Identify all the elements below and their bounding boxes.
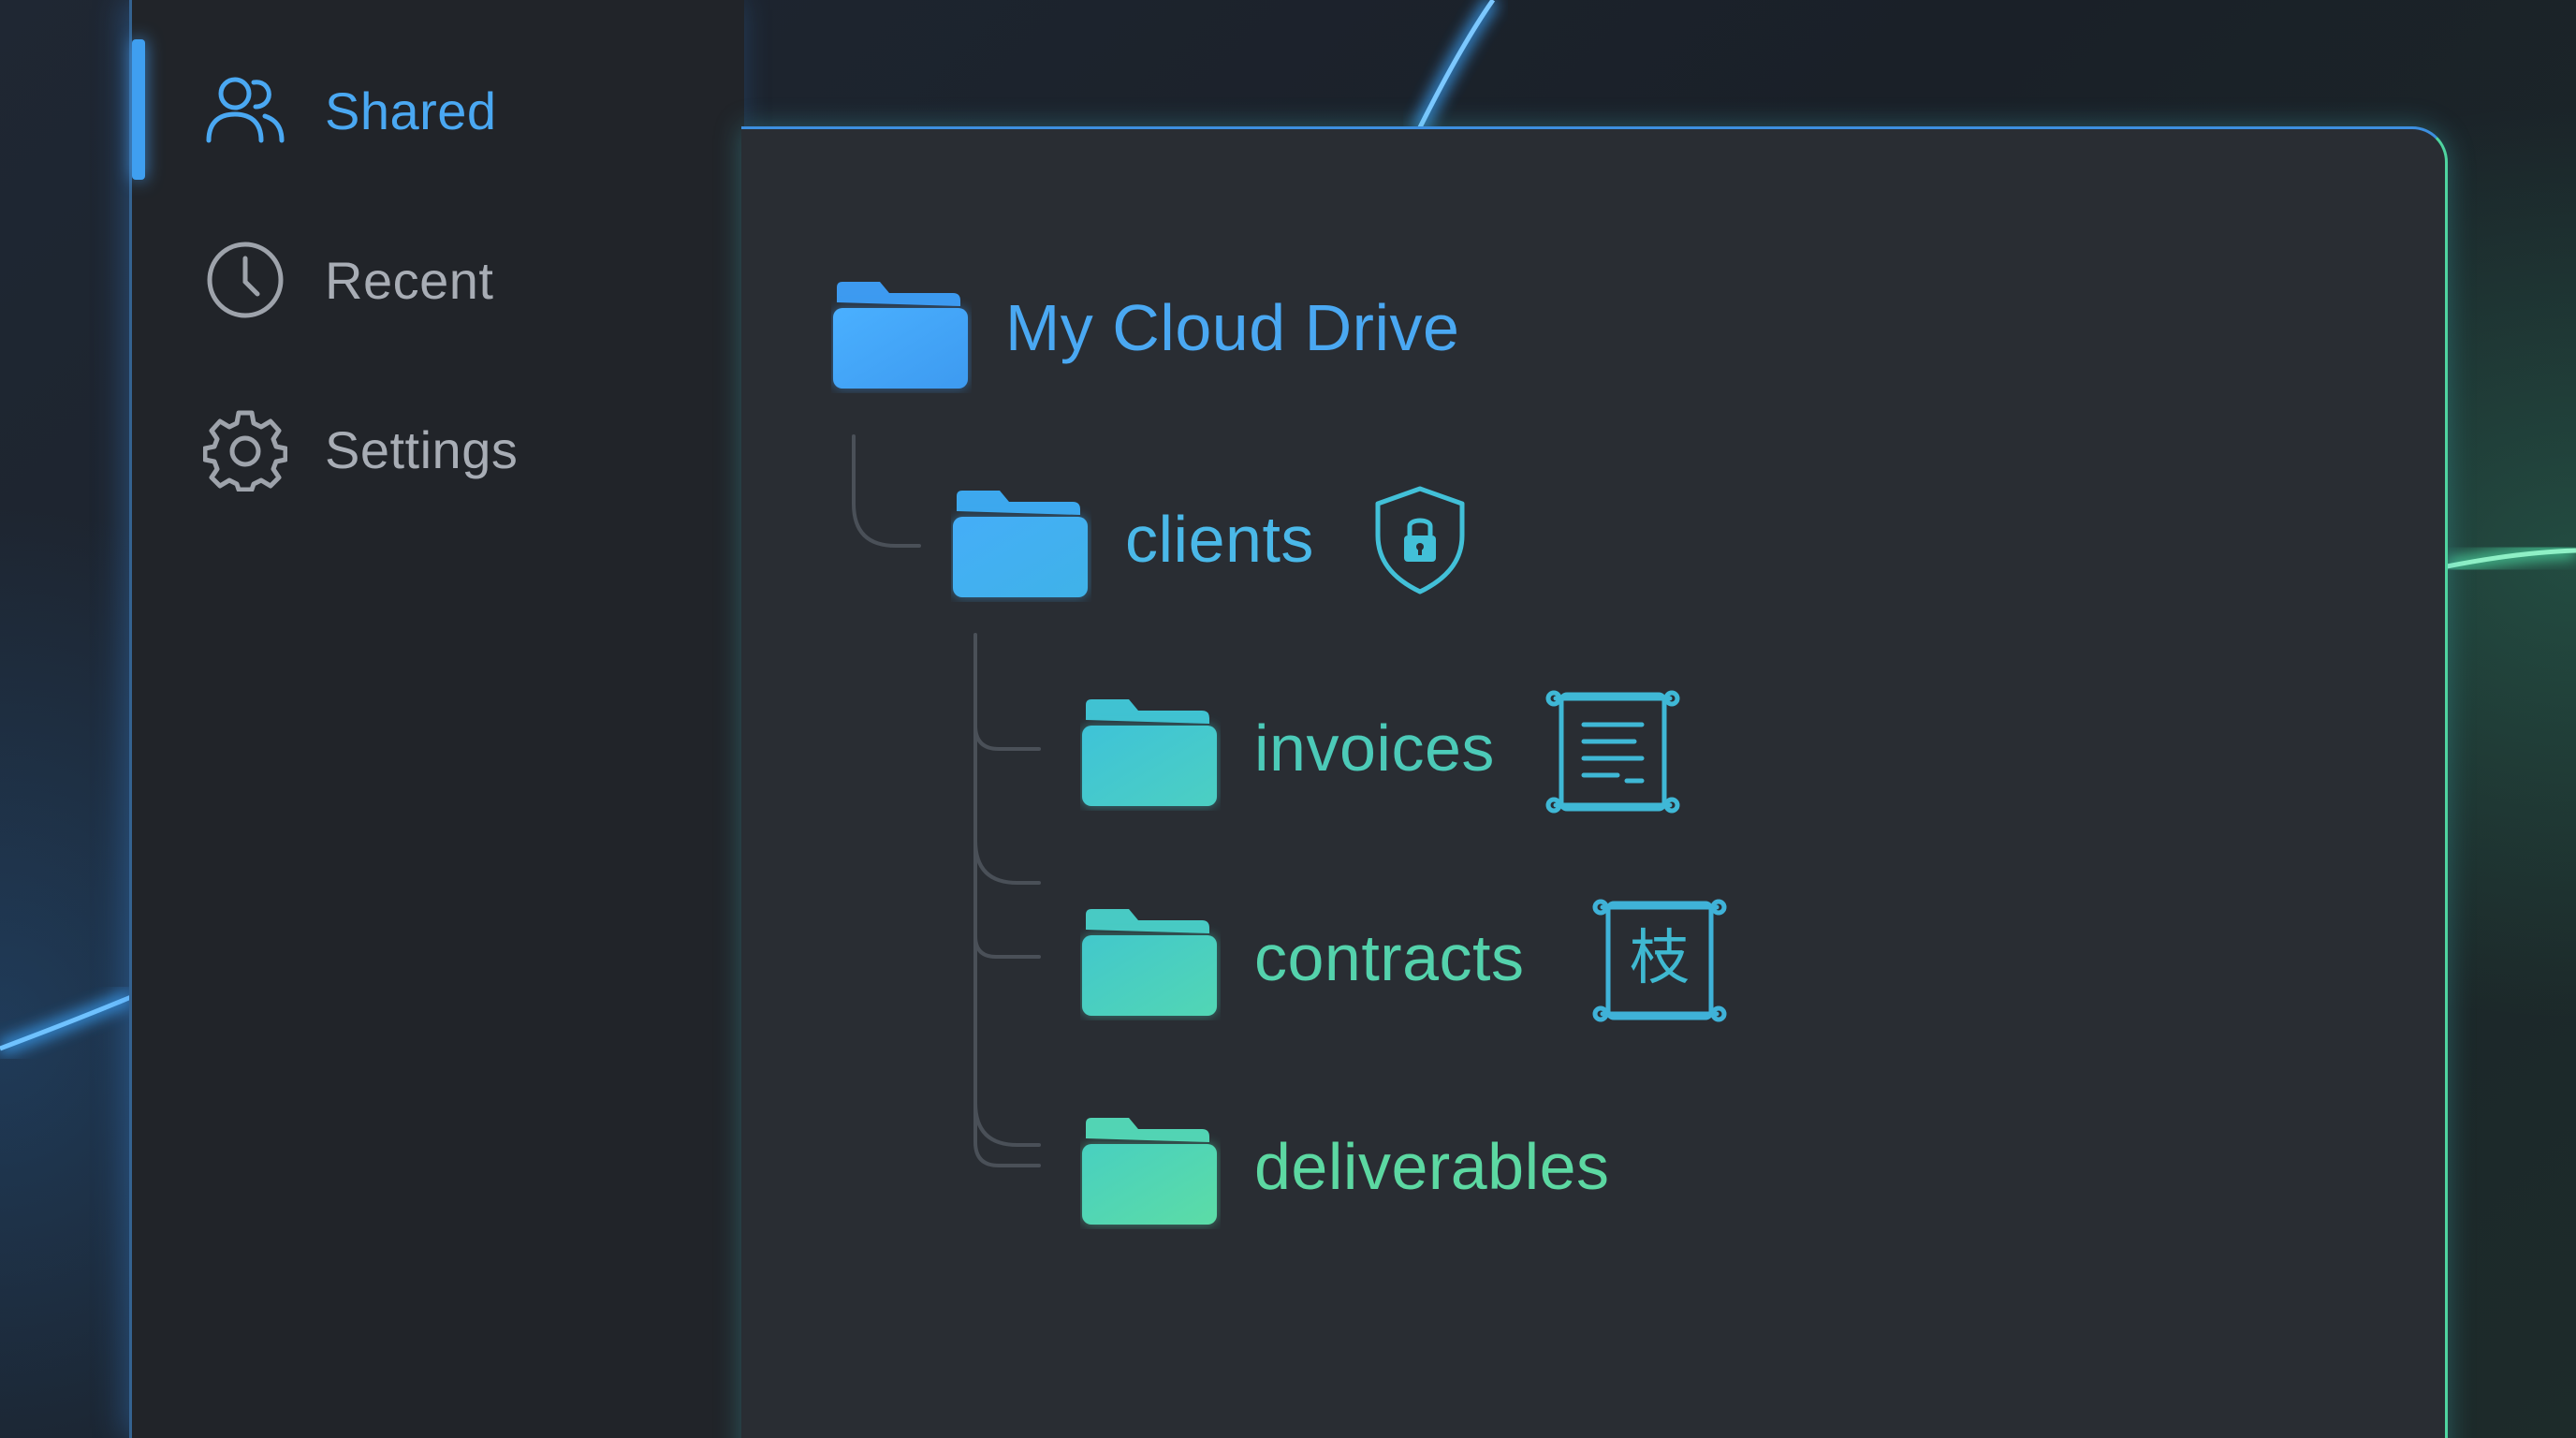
tree-branch-lines xyxy=(973,639,1041,1167)
app-window: Shared Recent Settings My Cloud Drive cl… xyxy=(0,0,2576,1438)
